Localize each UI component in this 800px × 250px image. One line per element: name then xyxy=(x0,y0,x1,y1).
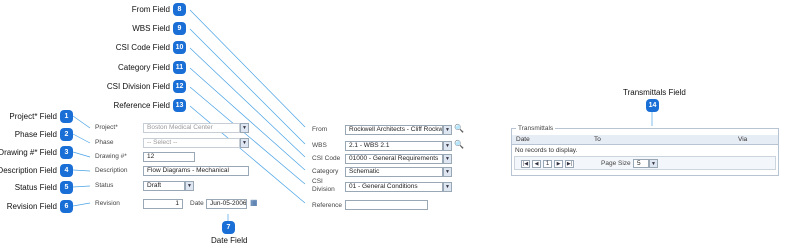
page-size-label: Page Size xyxy=(601,160,631,167)
phase-field[interactable]: -- Select -- xyxy=(143,138,240,148)
from-dropdown-icon[interactable]: ▼ xyxy=(443,125,452,135)
callout-csi-division-label: CSI Division Field xyxy=(106,82,170,91)
csi-division-dropdown-icon[interactable]: ▼ xyxy=(443,182,452,192)
next-page-icon[interactable]: ▶ xyxy=(554,160,563,168)
callout-wbs-label: WBS Field xyxy=(132,24,170,33)
drawing-number-field[interactable]: 12 xyxy=(143,152,195,162)
from-label: From xyxy=(312,126,328,133)
category-dropdown-icon[interactable]: ▼ xyxy=(443,167,452,177)
drawing-label: Drawing #* xyxy=(95,153,127,160)
callout-badge-10: 10 xyxy=(173,41,186,54)
callout-badge-1: 1 xyxy=(60,110,73,123)
connector-drawing xyxy=(72,151,91,158)
csi-code-label: CSI Code xyxy=(312,155,341,162)
callout-drawing-label: Drawing #* Field xyxy=(0,148,57,157)
callout-badge-14: 14 xyxy=(646,99,659,112)
callout-badge-7: 7 xyxy=(222,221,235,234)
callout-badge-13: 13 xyxy=(173,99,186,112)
callout-badge-11: 11 xyxy=(173,61,186,74)
category-label: Category xyxy=(312,168,339,175)
csi-division-label-line1: CSI xyxy=(312,178,323,185)
calendar-icon[interactable]: ▦ xyxy=(250,198,258,207)
csi-division-field[interactable]: 01 - General Conditions xyxy=(345,182,443,192)
connector-from xyxy=(189,9,306,128)
no-records-text: No records to display. xyxy=(515,147,578,154)
project-field[interactable]: Boston Medical Center xyxy=(143,123,240,133)
phase-label: Phase xyxy=(95,139,114,146)
transmittals-grid-header: Date To Via xyxy=(512,135,778,145)
callout-badge-2: 2 xyxy=(60,128,73,141)
wbs-dropdown-icon[interactable]: ▼ xyxy=(443,141,452,151)
page-number-button[interactable]: 1 xyxy=(543,160,552,168)
callout-status-label: Status Field xyxy=(14,183,57,192)
status-label: Status xyxy=(95,182,114,189)
revision-field[interactable]: 1 xyxy=(143,199,183,209)
page-size-dropdown-icon[interactable]: ▼ xyxy=(649,159,658,168)
reference-field[interactable] xyxy=(345,200,428,210)
reference-label: Reference xyxy=(312,202,342,209)
column-header-date[interactable]: Date xyxy=(516,136,530,143)
wbs-label: WBS xyxy=(312,142,327,149)
project-dropdown-icon[interactable]: ▼ xyxy=(240,123,249,133)
first-page-icon[interactable]: |◀ xyxy=(521,160,530,168)
connector-description xyxy=(72,169,91,172)
connector-revision xyxy=(72,202,91,207)
callout-category-label: Category Field xyxy=(117,63,170,72)
callout-badge-12: 12 xyxy=(173,80,186,93)
callout-csi-code-label: CSI Code Field xyxy=(115,43,170,52)
callout-badge-6: 6 xyxy=(60,200,73,213)
callout-transmittals-label: Transmittals Field xyxy=(623,88,686,97)
project-label: Project* xyxy=(95,124,118,131)
connector-status xyxy=(72,185,91,188)
prev-page-icon[interactable]: ◀ xyxy=(532,160,541,168)
last-page-icon[interactable]: ▶| xyxy=(565,160,574,168)
search-icon[interactable]: 🔍 xyxy=(454,140,464,149)
category-field[interactable]: Schematic xyxy=(345,167,443,177)
csi-division-label-line2: Division xyxy=(312,186,335,193)
callout-badge-5: 5 xyxy=(60,181,73,194)
callout-revision-label: Revision Field xyxy=(6,202,57,211)
callout-phase-label: Phase Field xyxy=(14,130,57,139)
csi-code-dropdown-icon[interactable]: ▼ xyxy=(443,154,452,164)
from-field[interactable]: Rockwell Architects - Cliff Rockwell xyxy=(345,125,443,135)
transmittals-panel: Transmittals Date To Via No records to d… xyxy=(511,125,779,176)
revision-label: Revision xyxy=(95,200,120,207)
pager: |◀ ◀ 1 ▶ ▶| Page Size 5 ▼ xyxy=(514,156,776,170)
column-header-via[interactable]: Via xyxy=(738,136,747,143)
search-icon[interactable]: 🔍 xyxy=(454,124,464,133)
callout-reference-label: Reference Field xyxy=(113,101,170,110)
page-size-field[interactable]: 5 xyxy=(633,159,649,168)
description-label: Description xyxy=(95,167,128,174)
description-field[interactable]: Flow Diagrams - Mechanical xyxy=(143,166,249,176)
callout-badge-9: 9 xyxy=(173,22,186,35)
date-field[interactable]: Jun-05-2006 xyxy=(206,199,247,209)
callout-project-label: Project* Field xyxy=(9,112,57,121)
transmittals-panel-title: Transmittals xyxy=(516,125,556,132)
connector-phase xyxy=(72,133,91,144)
status-field[interactable]: Draft xyxy=(143,181,185,191)
date-label: Date xyxy=(190,200,204,207)
callout-badge-3: 3 xyxy=(60,146,73,159)
column-header-to[interactable]: To xyxy=(594,136,601,143)
status-dropdown-icon[interactable]: ▼ xyxy=(185,181,194,191)
phase-dropdown-icon[interactable]: ▼ xyxy=(240,138,249,148)
callout-from-label: From Field xyxy=(131,5,170,14)
callout-badge-8: 8 xyxy=(173,3,186,16)
connector-project xyxy=(72,115,91,129)
callout-badge-4: 4 xyxy=(60,164,73,177)
wbs-field[interactable]: 2.1 - WBS 2.1 xyxy=(345,141,443,151)
callout-date-label: Date Field xyxy=(211,236,248,245)
csi-code-field[interactable]: 01000 - General Requirements xyxy=(345,154,443,164)
callout-description-label: Description Field xyxy=(0,166,57,175)
